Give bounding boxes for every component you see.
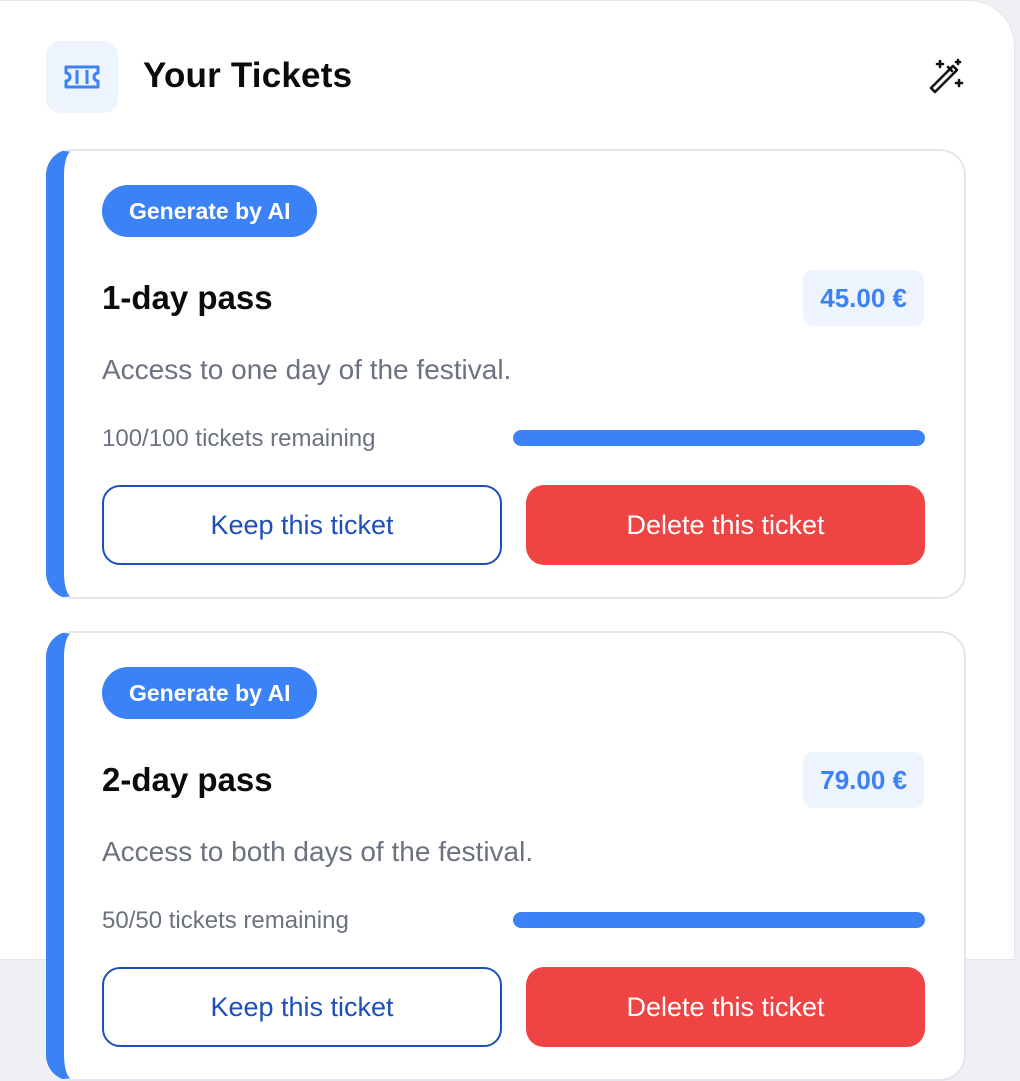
ticket-card: Generate by AI 1-day pass 45.00 € Access…	[46, 149, 966, 599]
ticket-price: 79.00 €	[803, 752, 924, 808]
ticket-price: 45.00 €	[803, 270, 924, 326]
magic-wand-icon[interactable]	[925, 56, 967, 98]
tickets-remaining: 50/50 tickets remaining	[102, 907, 349, 934]
availability-progress-bar	[513, 912, 925, 928]
ticket-description: Access to both days of the festival.	[102, 836, 534, 867]
ticket-description: Access to one day of the festival.	[102, 354, 512, 385]
tickets-panel: Your Tickets Generate by AI 1-day pass 4…	[0, 0, 1015, 1081]
availability-progress-fill	[513, 912, 925, 928]
ticket-name: 1-day pass	[102, 279, 273, 316]
ticket-card: Generate by AI 2-day pass 79.00 € Access…	[46, 631, 966, 1081]
keep-ticket-button[interactable]: Keep this ticket	[102, 485, 502, 565]
keep-ticket-button[interactable]: Keep this ticket	[102, 967, 502, 1047]
ai-generated-badge: Generate by AI	[102, 667, 318, 719]
ai-generated-badge: Generate by AI	[102, 185, 318, 237]
tickets-remaining: 100/100 tickets remaining	[102, 425, 376, 452]
ticket-icon	[46, 41, 118, 113]
delete-ticket-button[interactable]: Delete this ticket	[526, 967, 925, 1047]
availability-progress-fill	[513, 430, 925, 446]
ticket-name: 2-day pass	[102, 761, 273, 798]
page-title: Your Tickets	[143, 56, 353, 95]
delete-ticket-button[interactable]: Delete this ticket	[526, 485, 925, 565]
availability-progress-bar	[513, 430, 925, 446]
